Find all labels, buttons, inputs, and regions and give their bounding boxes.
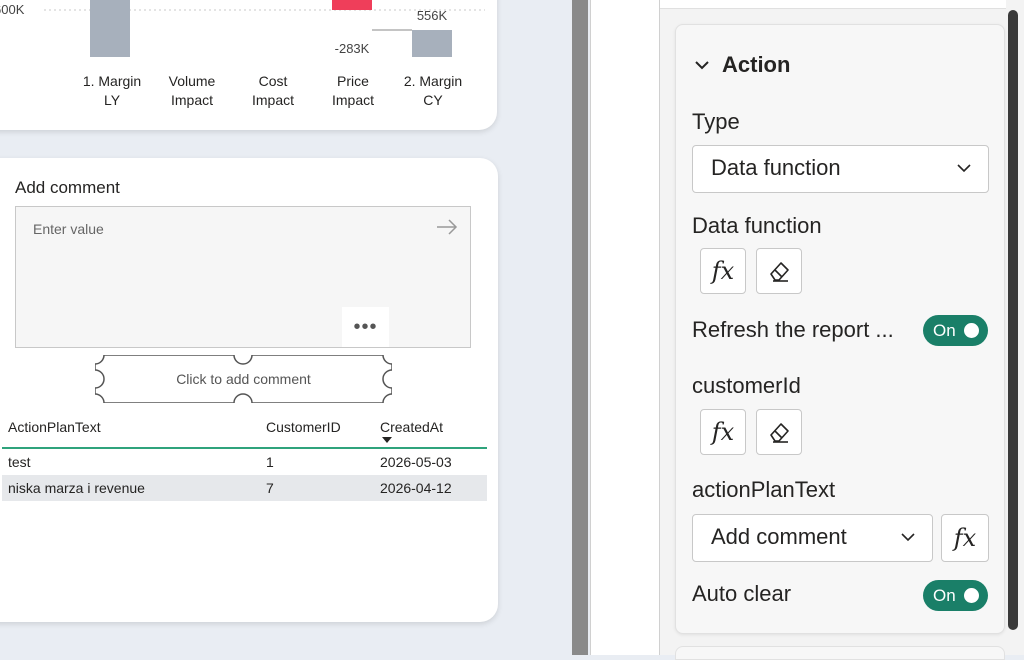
eraser-icon [770,262,789,282]
actionplantext-label: actionPlanText [692,477,836,502]
toggle-knob [964,323,979,338]
fx-icon: fx [953,524,977,552]
category-label: CY [423,92,443,108]
section-header[interactable]: Action [694,52,790,78]
category-label: Cost [259,73,288,89]
next-section-header[interactable] [675,646,1005,660]
customerid-label: customerId [692,373,801,398]
refresh-report-toggle[interactable]: On [923,315,988,346]
add-comment-button[interactable]: Click to add comment [95,355,392,403]
table-row[interactable]: niska marza i revenue 7 2026-04-12 [2,475,487,501]
category-label: 1. Margin [83,73,141,89]
type-dropdown[interactable]: Data function [692,145,989,193]
category-label: 2. Margin [404,73,462,89]
category-label: Impact [252,92,294,108]
column-header-createdat[interactable]: CreatedAt [380,419,443,435]
collapsed-pane [590,0,660,655]
fx-button[interactable]: fx [700,409,746,455]
table-cell: 1 [266,454,274,470]
category-label: Impact [171,92,213,108]
section-title[interactable]: Action [722,52,790,78]
table-cell: 7 [266,480,274,496]
table-cell: test [8,454,31,470]
waterfall-chart: 600K -283K 556K 1. Margin LY Volume Impa… [0,0,485,108]
column-header-customerid[interactable]: CustomerID [266,419,341,435]
fx-icon: fx [711,257,735,285]
action-section: Action Type Data function Data function … [675,24,1005,634]
category-label: Price [337,73,369,89]
data-label-margin-cy: 556K [417,8,448,23]
arrow-right-icon[interactable] [436,219,458,235]
auto-clear-toggle[interactable]: On [923,580,988,611]
toggle-state: On [933,321,956,340]
bar-margin-ly[interactable] [90,0,130,57]
table-row[interactable]: test 1 2026-05-03 [2,449,487,475]
type-dropdown-value: Data function [711,155,841,180]
column-header-actionplantext[interactable]: ActionPlanText [8,419,101,435]
type-label: Type [692,109,740,134]
pane-scrollbar[interactable] [1008,10,1018,630]
eraser-button[interactable] [756,248,802,294]
fx-button[interactable]: fx [700,248,746,294]
format-pane: Action Type Data function Data function … [660,0,1024,660]
pane-top-divider [660,0,1006,9]
toggle-state: On [933,586,956,605]
actionplantext-dropdown-value: Add comment [711,524,847,549]
report-canvas: 600K -283K 556K 1. Margin LY Volume Impa… [0,0,532,655]
sort-desc-icon [382,437,392,443]
table-header-row: ActionPlanText CustomerID CreatedAt [2,413,487,449]
category-label: LY [104,92,121,108]
eraser-icon [770,423,789,443]
canvas-scrollbar[interactable] [572,0,588,655]
toggle-knob [964,588,979,603]
refresh-report-label: Refresh the report ... [692,317,894,342]
category-label: Volume [169,73,216,89]
chevron-down-icon[interactable] [694,59,710,71]
more-options-button[interactable]: ••• [342,307,389,347]
chevron-down-icon [957,164,971,173]
bar-margin-cy[interactable] [412,30,452,57]
table-cell: 2026-04-12 [380,480,452,496]
auto-clear-label: Auto clear [692,581,792,606]
fx-button[interactable]: fx [941,514,989,562]
card-title: Add comment [15,178,120,197]
comment-input-slicer[interactable]: Enter value [15,206,471,348]
data-label-price: -283K [335,41,370,56]
axis-tick-label: 600K [0,2,25,17]
eraser-button[interactable] [756,409,802,455]
table-cell: niska marza i revenue [8,480,145,496]
chevron-down-icon [901,533,915,542]
bar-price-impact[interactable] [332,0,372,10]
selection-handles[interactable] [95,355,392,403]
category-label: Impact [332,92,374,108]
data-function-label: Data function [692,213,822,238]
actionplantext-dropdown[interactable]: Add comment [692,514,933,562]
fx-icon: fx [711,418,735,446]
action-plan-table: ActionPlanText CustomerID CreatedAt test… [2,413,487,501]
table-cell: 2026-05-03 [380,454,452,470]
input-placeholder[interactable]: Enter value [33,221,104,237]
waterfall-chart-card[interactable]: 600K -283K 556K 1. Margin LY Volume Impa… [0,0,497,130]
add-comment-card: Add comment Enter value ••• Click to add… [0,158,498,622]
